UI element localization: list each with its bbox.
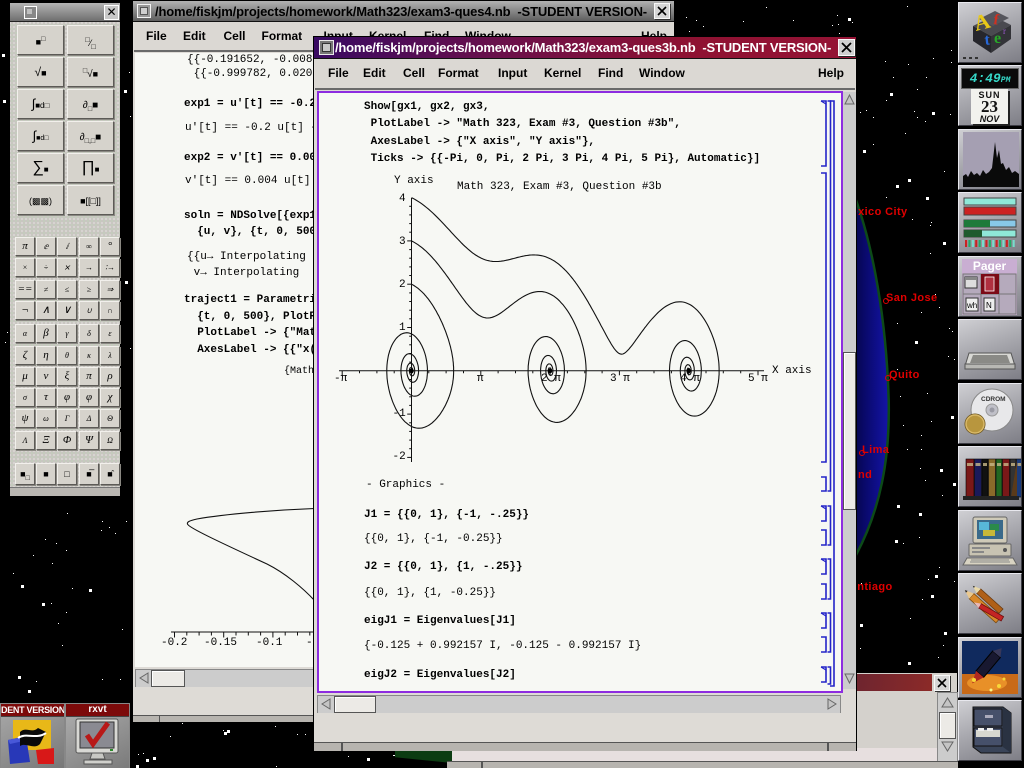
svg-text:wh: wh — [966, 301, 977, 310]
svg-text:CDROM: CDROM — [981, 396, 1006, 403]
svg-text:N: N — [986, 301, 992, 310]
svg-text:e: e — [994, 30, 1001, 47]
svg-text:r: r — [1003, 26, 1006, 36]
